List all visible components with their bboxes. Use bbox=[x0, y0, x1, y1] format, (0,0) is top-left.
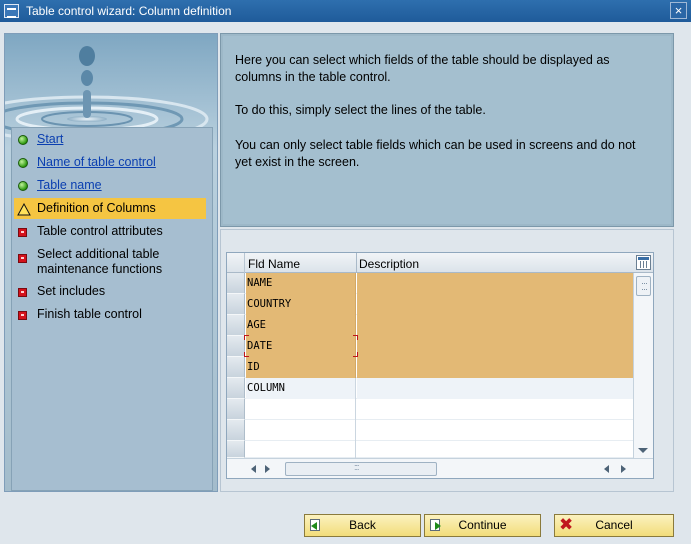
info-text: To do this, simply select the lines of t… bbox=[235, 103, 486, 117]
table-row[interactable]: COUNTRY bbox=[227, 294, 633, 315]
green-led-icon bbox=[17, 134, 31, 148]
scroll-thumb[interactable] bbox=[636, 276, 651, 296]
step-set-includes: Set includes bbox=[14, 284, 206, 300]
row-selector[interactable] bbox=[227, 294, 245, 315]
table-row[interactable]: NAME bbox=[227, 273, 633, 294]
table-settings-icon[interactable] bbox=[636, 255, 651, 270]
close-icon[interactable]: × bbox=[670, 2, 687, 19]
step-label: Definition of Columns bbox=[37, 201, 156, 215]
title-bar: Table control wizard: Column definition … bbox=[0, 0, 691, 22]
field-name-cell: COUNTRY bbox=[247, 298, 292, 310]
cancel-x-icon: ✖ bbox=[559, 515, 574, 535]
step-label: Set includes bbox=[37, 284, 106, 298]
table-row[interactable]: DATE bbox=[227, 336, 633, 357]
step-label[interactable]: Name of table control bbox=[37, 155, 156, 170]
info-box: Here you can select which fields of the … bbox=[220, 33, 674, 227]
field-name-cell: COLUMN bbox=[247, 382, 285, 394]
red-square-icon bbox=[17, 226, 31, 240]
description-cell bbox=[357, 294, 633, 315]
column-header-description[interactable]: Description bbox=[359, 257, 419, 271]
step-label: Finish table control bbox=[37, 307, 142, 321]
yellow-triangle-icon bbox=[17, 202, 31, 217]
field-name-cell: AGE bbox=[247, 319, 266, 331]
step-select-maintenance-functions: Select additional table maintenance func… bbox=[14, 247, 206, 277]
column-header-fld-name[interactable]: Fld Name bbox=[248, 257, 300, 271]
continue-button[interactable]: Continue bbox=[424, 514, 541, 537]
description-cell bbox=[357, 336, 633, 357]
step-name-of-table-control[interactable]: Name of table control bbox=[14, 155, 206, 171]
scroll-down-icon[interactable] bbox=[638, 448, 648, 453]
table-row[interactable] bbox=[227, 441, 633, 458]
info-text: You can only select table fields which c… bbox=[235, 138, 636, 169]
back-button[interactable]: Back bbox=[304, 514, 421, 537]
row-selector[interactable] bbox=[227, 357, 245, 378]
back-arrow-icon bbox=[308, 518, 323, 533]
row-selector[interactable] bbox=[227, 315, 245, 336]
step-definition-of-columns: Definition of Columns bbox=[14, 198, 206, 219]
step-label: Select additional table maintenance func… bbox=[37, 247, 163, 276]
field-name-cell: ID bbox=[247, 361, 260, 373]
step-start[interactable]: Start bbox=[14, 132, 206, 148]
table-row[interactable] bbox=[227, 420, 633, 441]
cancel-button[interactable]: ✖ Cancel bbox=[554, 514, 674, 537]
red-square-icon bbox=[17, 309, 31, 323]
table-header: Fld Name Description bbox=[227, 253, 653, 273]
field-name-cell: DATE bbox=[247, 340, 273, 352]
row-selector[interactable] bbox=[227, 378, 245, 399]
field-name-cell: NAME bbox=[247, 277, 273, 289]
step-list: Start Name of table control Table name D… bbox=[11, 127, 213, 491]
scroll-right-end-icon[interactable] bbox=[621, 465, 626, 473]
red-square-icon bbox=[17, 249, 31, 263]
scroll-left-end-icon[interactable] bbox=[604, 465, 609, 473]
row-selector[interactable] bbox=[227, 399, 245, 420]
step-table-control-attributes: Table control attributes bbox=[14, 224, 206, 240]
description-cell bbox=[357, 357, 633, 378]
row-selector[interactable] bbox=[227, 441, 245, 458]
horizontal-scrollbar[interactable] bbox=[227, 458, 653, 478]
horizontal-scroll-thumb[interactable] bbox=[285, 462, 437, 476]
table-row[interactable] bbox=[227, 399, 633, 420]
table-row[interactable]: ID bbox=[227, 357, 633, 378]
row-selector[interactable] bbox=[227, 273, 245, 294]
scroll-left-icon[interactable] bbox=[251, 465, 256, 473]
description-cell bbox=[357, 399, 633, 420]
description-cell bbox=[357, 378, 633, 399]
red-square-icon bbox=[17, 286, 31, 300]
info-text: Here you can select which fields of the … bbox=[235, 53, 610, 84]
wizard-steps-panel: Start Name of table control Table name D… bbox=[4, 33, 218, 492]
window-title: Table control wizard: Column definition bbox=[26, 4, 232, 18]
vertical-scrollbar[interactable] bbox=[633, 273, 653, 458]
description-cell bbox=[357, 315, 633, 336]
green-led-icon bbox=[17, 180, 31, 194]
description-cell bbox=[357, 273, 633, 294]
green-led-icon bbox=[17, 157, 31, 171]
table-row[interactable]: AGE bbox=[227, 315, 633, 336]
select-all-button[interactable] bbox=[227, 253, 245, 273]
step-finish-table-control: Finish table control bbox=[14, 307, 206, 323]
row-selector[interactable] bbox=[227, 336, 245, 357]
field-table: Fld Name Description NAME COUNTRY AGE DA… bbox=[226, 252, 654, 479]
step-label[interactable]: Table name bbox=[37, 178, 102, 193]
table-row[interactable]: COLUMN bbox=[227, 378, 633, 399]
step-label[interactable]: Start bbox=[37, 132, 63, 147]
continue-arrow-icon bbox=[428, 518, 443, 533]
step-table-name[interactable]: Table name bbox=[14, 178, 206, 194]
row-selector[interactable] bbox=[227, 420, 245, 441]
description-cell bbox=[357, 420, 633, 441]
window-icon bbox=[4, 4, 19, 18]
scroll-right-icon[interactable] bbox=[265, 465, 270, 473]
step-label: Table control attributes bbox=[37, 224, 163, 238]
